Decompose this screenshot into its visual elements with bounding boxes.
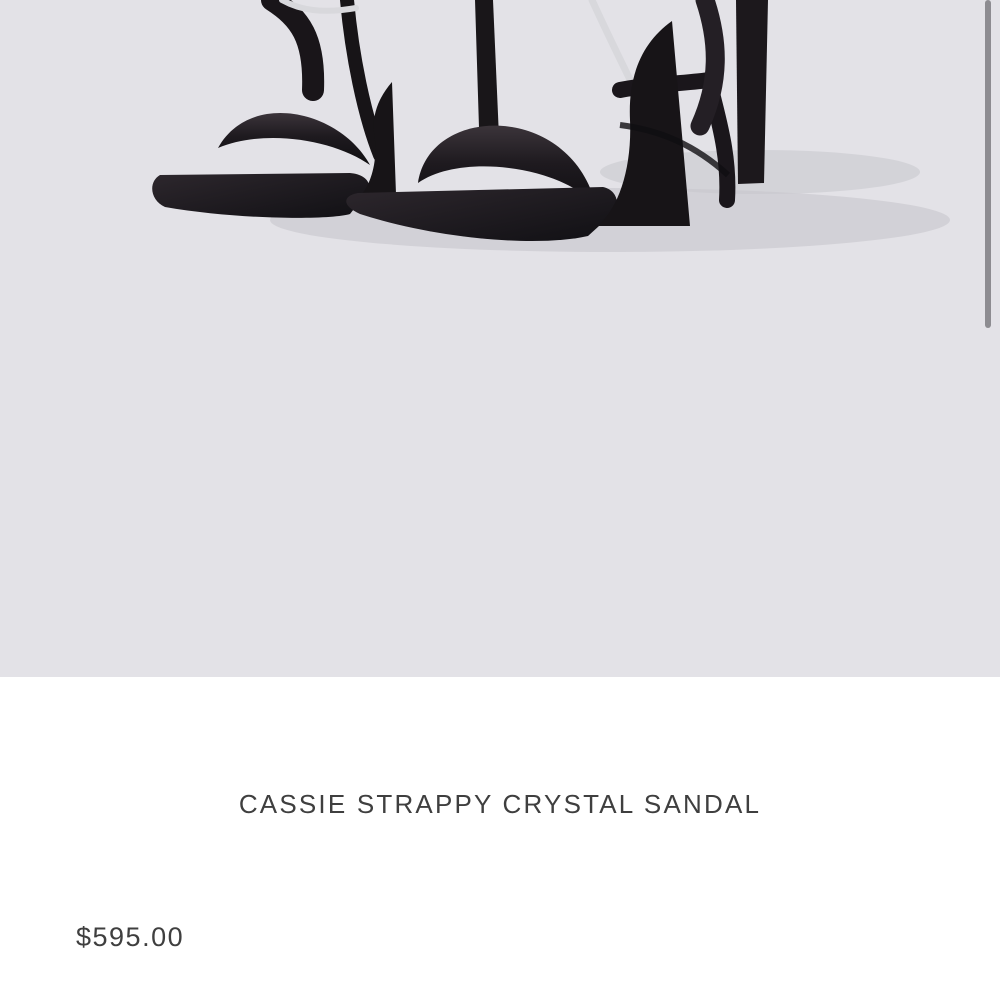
right-heel [736, 0, 768, 184]
product-page: CASSIE STRAPPY CRYSTAL SANDAL $595.00 [0, 0, 1000, 1000]
product-image[interactable] [0, 0, 1000, 677]
product-title: CASSIE STRAPPY CRYSTAL SANDAL [238, 789, 762, 819]
left-knot [261, 0, 325, 101]
left-toe-strap [218, 113, 370, 165]
product-price: $595.00 [76, 922, 185, 952]
right-knot [690, 0, 725, 136]
scrollbar[interactable] [985, 0, 991, 328]
sandal-illustration [152, 0, 950, 252]
left-sole [152, 173, 370, 218]
